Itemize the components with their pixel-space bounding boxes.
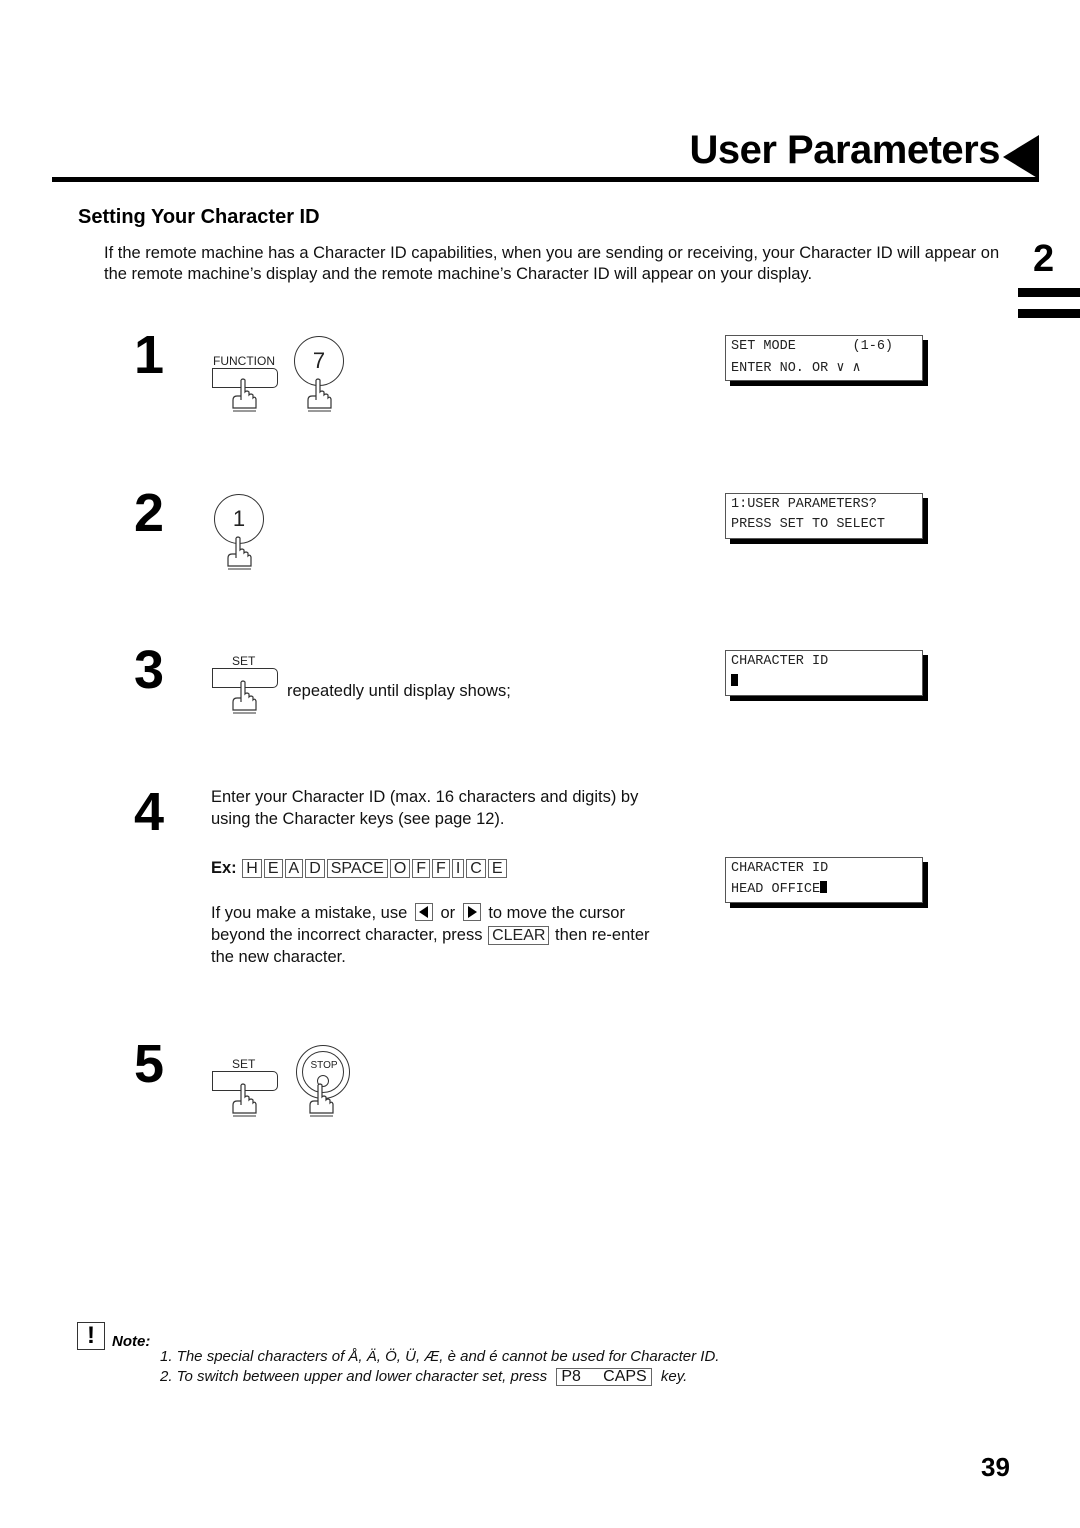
char-key[interactable]: E xyxy=(487,859,507,878)
lcd-display: CHARACTER ID HEAD OFFICE xyxy=(725,857,923,903)
step-number: 4 xyxy=(134,782,165,842)
press-hand-icon xyxy=(224,536,254,570)
note-exclamation-icon: ! xyxy=(77,1322,105,1350)
press-hand-icon xyxy=(229,378,259,412)
clear-key[interactable]: CLEAR xyxy=(488,926,550,945)
chapter-number: 2 xyxy=(1033,238,1055,280)
chapter-bar xyxy=(1018,288,1080,297)
header-rule xyxy=(52,177,1039,182)
lcd-line-1: 1:USER PARAMETERS? xyxy=(731,497,877,512)
note-item: 1. The special characters of Å, Ä, Ö, Ü,… xyxy=(160,1348,720,1365)
char-key[interactable]: C xyxy=(466,859,486,878)
right-arrow-icon xyxy=(467,906,477,918)
p8-caps-key[interactable]: P8 CAPS xyxy=(556,1368,652,1386)
or-text: or xyxy=(440,904,456,922)
stop-key-label: STOP xyxy=(310,1060,338,1071)
left-arrow-key[interactable] xyxy=(414,903,433,921)
step-number: 5 xyxy=(134,1034,165,1094)
step-number: 2 xyxy=(134,483,165,543)
lcd-display: 1:USER PARAMETERS? PRESS SET TO SELECT xyxy=(725,493,923,539)
press-hand-icon xyxy=(229,1083,259,1117)
mistake-instructions: If you make a mistake, use or to move th… xyxy=(211,902,671,968)
char-key[interactable]: H xyxy=(242,859,262,878)
char-key[interactable]: O xyxy=(389,859,411,878)
chapter-bar xyxy=(1018,309,1080,318)
right-arrow-key[interactable] xyxy=(462,903,481,921)
lcd-entered-text: HEAD OFFICE xyxy=(731,882,821,897)
char-key[interactable]: F xyxy=(412,859,431,878)
char-key[interactable]: I xyxy=(451,859,465,878)
step-4-instruction: Enter your Character ID (max. 16 charact… xyxy=(211,788,639,828)
press-hand-icon xyxy=(304,378,334,412)
note-item-text: 2. To switch between upper and lower cha… xyxy=(160,1368,548,1385)
cursor-block xyxy=(731,674,738,686)
p8-label: P8 xyxy=(561,1368,581,1385)
section-title: Setting Your Character ID xyxy=(78,206,320,228)
char-key[interactable]: D xyxy=(305,859,325,878)
char-key[interactable]: E xyxy=(263,859,283,878)
lcd-line-1: CHARACTER ID xyxy=(731,861,829,876)
cursor-block xyxy=(820,881,828,893)
caps-label: CAPS xyxy=(603,1368,647,1385)
note-item-suffix: key. xyxy=(660,1368,688,1385)
lcd-line-1: CHARACTER ID xyxy=(731,654,829,669)
set-key-label: SET xyxy=(232,1057,256,1071)
intro-paragraph: If the remote machine has a Character ID… xyxy=(104,244,1000,283)
step-3-instruction: repeatedly until display shows; xyxy=(287,682,511,700)
function-key-label: FUNCTION xyxy=(213,354,275,368)
note-item: 2. To switch between upper and lower cha… xyxy=(160,1368,687,1386)
press-hand-icon xyxy=(306,1083,336,1117)
char-key[interactable]: A xyxy=(284,859,304,878)
press-hand-icon xyxy=(229,680,259,714)
set-key-label: SET xyxy=(232,654,256,668)
step-number: 1 xyxy=(134,325,165,385)
lcd-line-2: PRESS SET TO SELECT xyxy=(731,517,885,532)
left-arrow-icon xyxy=(418,906,428,918)
space-key[interactable]: SPACE xyxy=(326,859,388,878)
lcd-line-1: SET MODE (1-6) xyxy=(731,339,894,354)
example-label: Ex: xyxy=(211,859,237,877)
lcd-line-2: HEAD OFFICE xyxy=(731,881,828,897)
note-label: Note: xyxy=(112,1333,151,1350)
example-keys: Ex: H E A D SPACE O F F I C E xyxy=(211,857,508,879)
lcd-display: SET MODE (1-6) ENTER NO. OR ∨ ∧ xyxy=(725,335,923,381)
char-key[interactable]: F xyxy=(432,859,450,878)
page-number: 39 xyxy=(981,1452,1010,1482)
lcd-display: CHARACTER ID xyxy=(725,650,923,696)
lcd-line-2 xyxy=(731,674,738,690)
mistake-text: If you make a mistake, use xyxy=(211,904,408,922)
header-arrow-icon xyxy=(1003,135,1039,179)
step-number: 3 xyxy=(134,640,165,700)
page-header-title: User Parameters xyxy=(689,128,1001,172)
lcd-line-2: ENTER NO. OR ∨ ∧ xyxy=(731,361,861,376)
